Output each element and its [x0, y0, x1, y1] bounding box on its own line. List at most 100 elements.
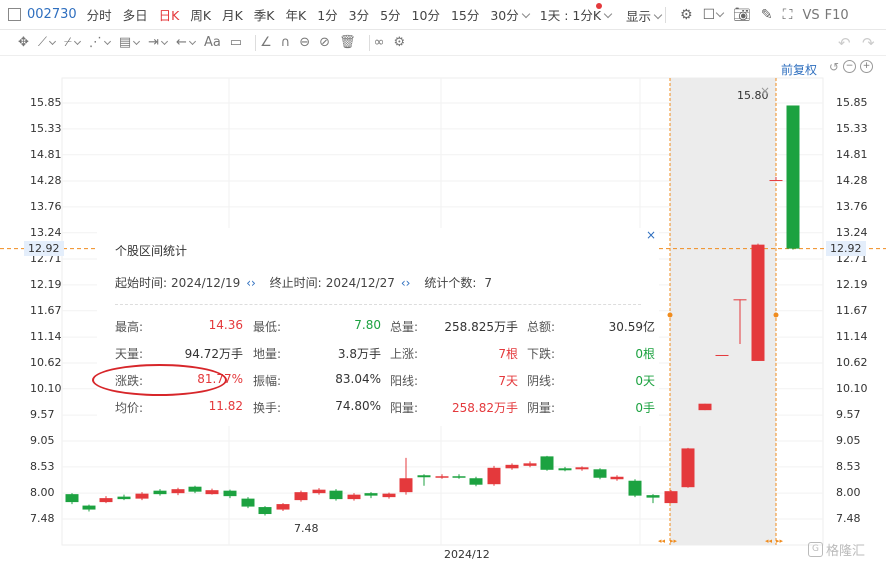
candle-body [769, 180, 783, 182]
drawing-settings-icon[interactable]: ⚙ [393, 35, 405, 50]
tab-period-12[interactable]: 30分 [490, 5, 531, 24]
y-tick-label: 14.81 [30, 147, 62, 161]
stat-key: 总量: [390, 320, 419, 334]
redo-icon[interactable]: ↷ [862, 34, 875, 52]
delete-icon[interactable]: 🗑︎ [339, 35, 356, 50]
tab-period-8[interactable]: 3分 [349, 5, 369, 24]
tab-period-3[interactable]: 周K [190, 5, 211, 24]
magnet-icon[interactable]: ∩ [281, 35, 291, 50]
candle-body [417, 475, 431, 478]
y-tick-label: 11.67 [30, 303, 62, 317]
y-tick-label: 13.76 [836, 199, 868, 213]
stats-divider [115, 304, 641, 305]
candle-body [241, 498, 255, 507]
square-icon[interactable]: ☐ [703, 7, 725, 23]
y-tick-label: 8.53 [30, 459, 55, 473]
start-date-arrows-icon[interactable]: ‹› [246, 276, 256, 290]
tab-period-0[interactable]: 分时 [87, 5, 112, 24]
sidebar-toggle-icon[interactable] [8, 8, 21, 21]
pencil-icon[interactable]: ✎ [761, 7, 773, 23]
start-date: 2024/12/19 [171, 276, 241, 290]
candle-body [382, 493, 396, 498]
candle-body [452, 476, 466, 478]
stat-value: 94.72万手 [184, 347, 243, 361]
y-tick-label: 15.85 [836, 96, 868, 109]
text-tool-icon[interactable]: Aa [204, 35, 221, 50]
move-icon[interactable]: ✥ [18, 35, 29, 50]
tab-period-9[interactable]: 5分 [380, 5, 400, 24]
channel-tool-icon[interactable]: ⌿ [64, 35, 81, 50]
tab-period-7[interactable]: 1分 [317, 5, 337, 24]
stat-value: 0根 [635, 347, 655, 361]
candle-body [523, 463, 537, 466]
candle-body [733, 299, 747, 301]
stat-key: 地量: [253, 347, 282, 361]
tab-period-11[interactable]: 15分 [451, 5, 479, 24]
range-arrow-icon: ▸▸ [670, 537, 678, 545]
tab-period-2[interactable]: 日K [159, 5, 180, 24]
settings-icon[interactable]: ⚙ [680, 7, 693, 23]
stat-key: 阴线: [527, 374, 556, 388]
stat-key: 均价: [115, 401, 144, 415]
stock-code[interactable]: 002730 [27, 7, 77, 22]
stat-cell: 地量: 3.8万手 [253, 345, 381, 363]
y-tick-label: 15.33 [30, 121, 62, 135]
stats-title: 个股区间统计 [115, 244, 188, 258]
wave-tool-icon[interactable]: ⋰ [89, 35, 111, 50]
low-annotation: 7.48 [294, 522, 319, 535]
stat-cell: 阳线: 7天 [390, 372, 518, 390]
candle-body [593, 469, 607, 478]
undo-icon[interactable]: ↶ [838, 34, 851, 52]
eye-icon[interactable]: ⊖ [299, 35, 310, 50]
tab-period-5[interactable]: 季K [254, 5, 275, 24]
candle-body [751, 244, 765, 361]
candle-body [786, 105, 800, 249]
vs-button[interactable]: VS [802, 8, 819, 23]
candle-body [171, 489, 185, 494]
tab-period-10[interactable]: 10分 [412, 5, 440, 24]
candle-body [205, 490, 219, 495]
x-axis-label: 2024/12 [444, 548, 490, 561]
y-tick-label: 8.00 [836, 486, 861, 500]
end-date-arrows-icon[interactable]: ‹› [401, 276, 411, 290]
display-menu[interactable]: 显示 [626, 6, 663, 25]
line-tool-icon[interactable]: ⟋ [38, 35, 57, 50]
tab-period-4[interactable]: 月K [222, 5, 243, 24]
tab-period-1[interactable]: 多日 [123, 5, 148, 24]
selection-handle-right [773, 312, 779, 318]
comment-tool-icon[interactable]: ▭ [230, 35, 242, 50]
stat-value: 3.8万手 [337, 347, 381, 361]
drawing-toolbar: ✥ ⟋ ⌿ ⋰ ▤ ⇥ ← Aa ▭ ∠ ∩ ⊖ ⊘ 🗑︎ ∞ ⚙ [0, 30, 886, 56]
candle-body [188, 486, 202, 492]
stat-cell: 阴线: 0天 [527, 372, 655, 390]
link-icon[interactable]: ∞ [374, 35, 385, 50]
close-selection-icon[interactable]: × [760, 84, 770, 98]
hide-icon[interactable]: ⊘ [319, 35, 330, 50]
arrow-tool-icon[interactable]: ← [176, 35, 196, 50]
candle-body [347, 494, 361, 500]
y-tick-label: 8.00 [30, 486, 55, 500]
y-tick-label: 9.05 [836, 433, 861, 447]
current-price-tag-right: 12.92 [826, 240, 866, 256]
fib-tool-icon[interactable]: ▤ [119, 35, 141, 50]
f10-button[interactable]: F10 [825, 8, 849, 23]
candle-body [82, 505, 96, 510]
tab-period-6[interactable]: 年K [285, 5, 306, 24]
angle-tool-icon[interactable]: ∠ [260, 35, 272, 50]
top-toolbar: 002730 分时 多日 日K 周K 月K 季K 年K 1分 3分 5分 10分 15分 30分 1天 … [0, 0, 886, 30]
stat-cell: 均价: 11.82 [115, 399, 243, 417]
camera-icon[interactable]: 📷︎ [733, 7, 751, 23]
y-tick-label: 15.33 [836, 121, 868, 135]
stat-key: 下跌: [527, 347, 556, 361]
y-tick-label: 10.10 [30, 381, 62, 395]
y-tick-label: 11.14 [30, 330, 62, 344]
y-tick-label: 11.14 [836, 330, 868, 344]
interval-stats-panel: 个股区间统计 × 起始时间: 2024/12/19 ‹› 终止时间: 2024/12/… [97, 228, 659, 426]
fullscreen-icon[interactable]: ⛶ [783, 7, 793, 23]
stat-cell: 天量: 94.72万手 [115, 345, 243, 363]
stats-close-button[interactable]: × [646, 228, 656, 242]
stat-key: 总额: [527, 320, 556, 334]
range-tool-icon[interactable]: ⇥ [148, 35, 169, 50]
stat-key: 阳量: [390, 401, 419, 415]
y-tick-label: 13.24 [836, 225, 868, 239]
